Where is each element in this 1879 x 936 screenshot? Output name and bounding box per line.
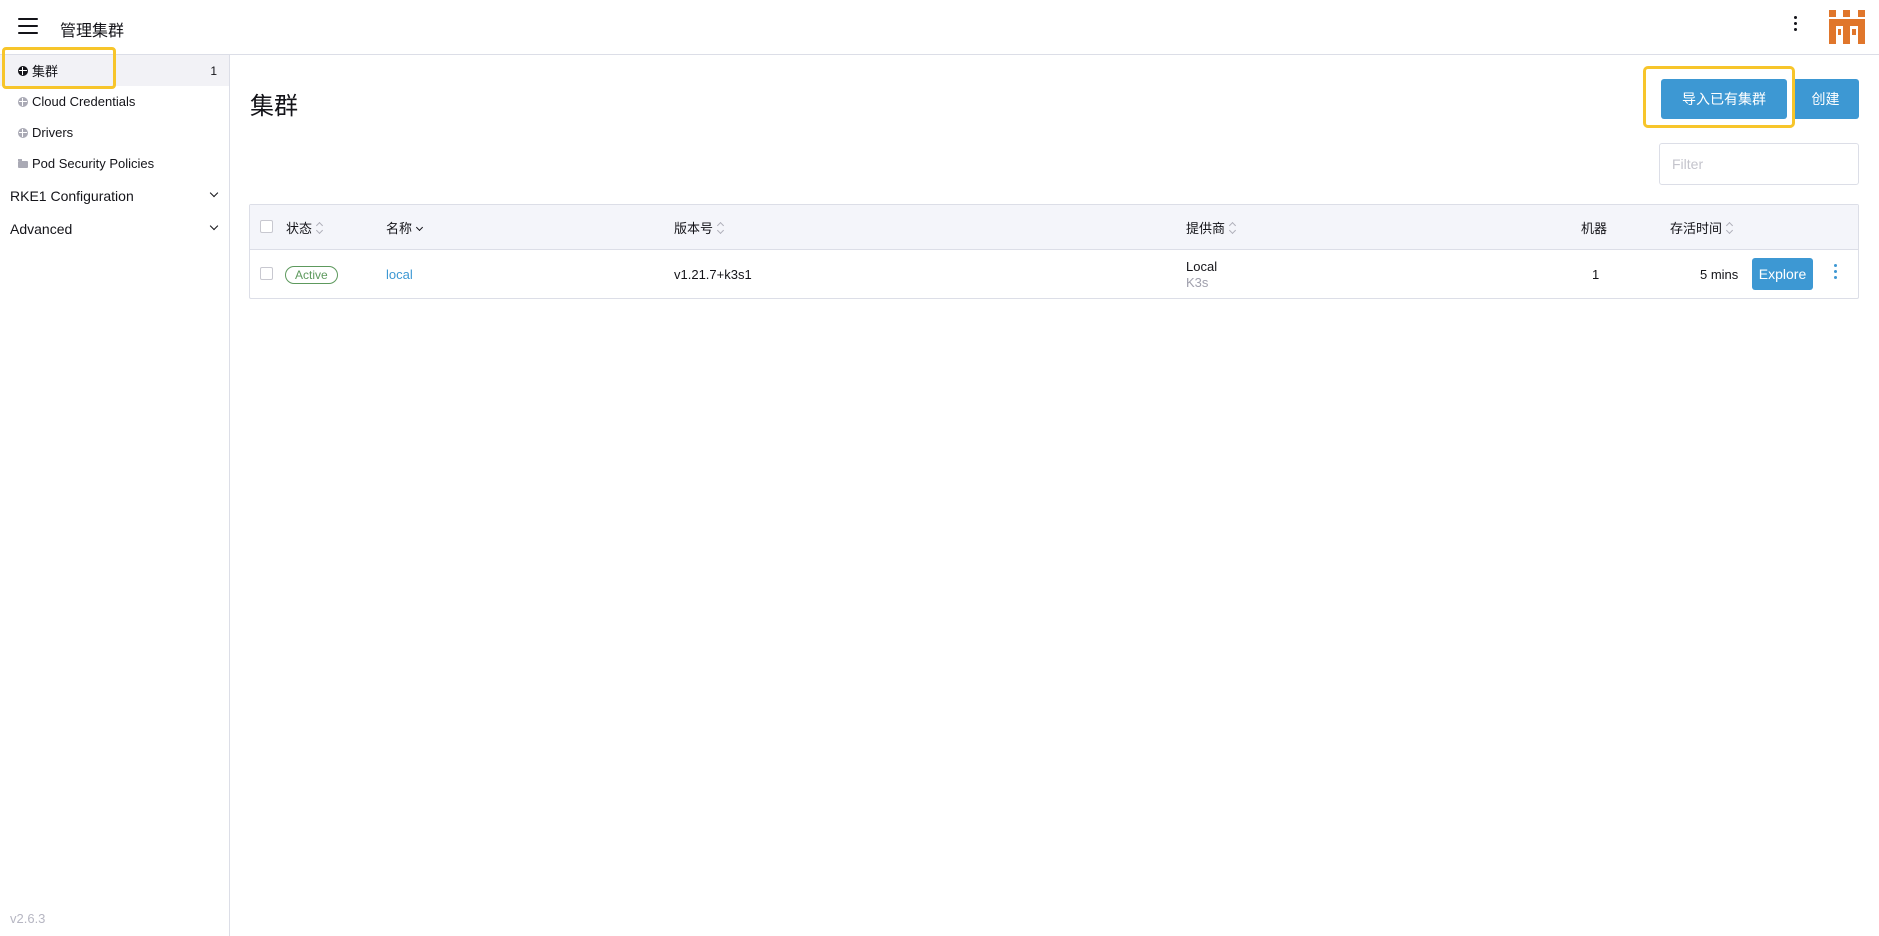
- rancher-logo[interactable]: [1829, 10, 1865, 44]
- filter-input[interactable]: [1659, 143, 1859, 185]
- kebab-menu-icon[interactable]: [1789, 16, 1801, 36]
- sidebar-item-drivers[interactable]: Drivers: [0, 117, 229, 148]
- version-label: v2.6.3: [10, 911, 46, 926]
- machines-cell: 1: [1592, 267, 1600, 282]
- cluster-name-link[interactable]: local: [386, 267, 413, 282]
- sort-icon: [717, 223, 724, 233]
- table-row: Active local v1.21.7+k3s1 Local K3s 1 5 …: [250, 250, 1858, 299]
- globe-icon: [18, 96, 28, 107]
- clusters-table: 状态 名称 版本号 提供商 机器 存活时间 Active local v1.21…: [249, 204, 1859, 299]
- page-title: 集群: [250, 93, 298, 120]
- provider-distro: K3s: [1186, 274, 1209, 290]
- sidebar-item-clusters[interactable]: 集群 1: [0, 55, 229, 86]
- chevron-down-icon: [209, 188, 219, 198]
- sidebar-group-rke1-configuration[interactable]: RKE1 Configuration: [0, 179, 229, 212]
- sidebar-item-label: 集群: [32, 64, 59, 79]
- status-badge: Active: [285, 265, 338, 284]
- sidebar: 集群 1 Cloud Credentials Drivers Pod Secur…: [0, 55, 230, 936]
- folder-icon: [18, 158, 28, 168]
- chevron-down-icon: [209, 221, 219, 231]
- column-header-machines: 机器: [1581, 221, 1608, 236]
- sidebar-group-label: RKE1 Configuration: [10, 187, 134, 204]
- column-header-provider[interactable]: 提供商: [1186, 205, 1236, 250]
- sidebar-item-label: Pod Security Policies: [32, 156, 155, 171]
- create-button[interactable]: 创建: [1792, 79, 1859, 119]
- sidebar-item-label: Cloud Credentials: [32, 94, 136, 109]
- globe-icon: [18, 127, 28, 138]
- provider-cell: Local K3s: [1186, 250, 1217, 299]
- column-header-state[interactable]: 状态: [286, 205, 323, 250]
- row-actions-icon[interactable]: [1830, 264, 1840, 284]
- sidebar-group-advanced[interactable]: Advanced: [0, 212, 229, 245]
- column-header-name[interactable]: 名称: [386, 205, 423, 250]
- sort-icon: [316, 223, 323, 233]
- sort-down-icon: [416, 223, 423, 233]
- column-header-version[interactable]: 版本号: [674, 205, 724, 250]
- name-cell: local: [386, 250, 413, 299]
- explore-button[interactable]: Explore: [1752, 258, 1813, 290]
- sidebar-item-cloud-credentials[interactable]: Cloud Credentials: [0, 86, 229, 117]
- table-header: 状态 名称 版本号 提供商 机器 存活时间: [250, 205, 1858, 250]
- provider-name: Local: [1186, 258, 1218, 274]
- sidebar-group-label: Advanced: [10, 220, 73, 237]
- sidebar-item-pod-security-policies[interactable]: Pod Security Policies: [0, 148, 229, 179]
- globe-icon: [18, 65, 28, 76]
- sort-icon: [1229, 223, 1236, 233]
- select-all-checkbox[interactable]: [260, 220, 273, 233]
- age-cell: 5 mins: [1700, 267, 1739, 282]
- sidebar-item-label: Drivers: [32, 125, 74, 140]
- app-title: 管理集群: [60, 23, 125, 40]
- hamburger-menu-icon[interactable]: [18, 18, 38, 34]
- state-cell: Active: [285, 250, 338, 299]
- version-cell: v1.21.7+k3s1: [674, 267, 752, 282]
- sort-icon: [1726, 223, 1733, 233]
- cluster-count: 1: [210, 63, 217, 78]
- row-checkbox[interactable]: [260, 267, 273, 280]
- column-header-age[interactable]: 存活时间: [1670, 205, 1733, 250]
- import-cluster-button[interactable]: 导入已有集群: [1661, 79, 1787, 119]
- top-header: 管理集群: [0, 0, 1879, 55]
